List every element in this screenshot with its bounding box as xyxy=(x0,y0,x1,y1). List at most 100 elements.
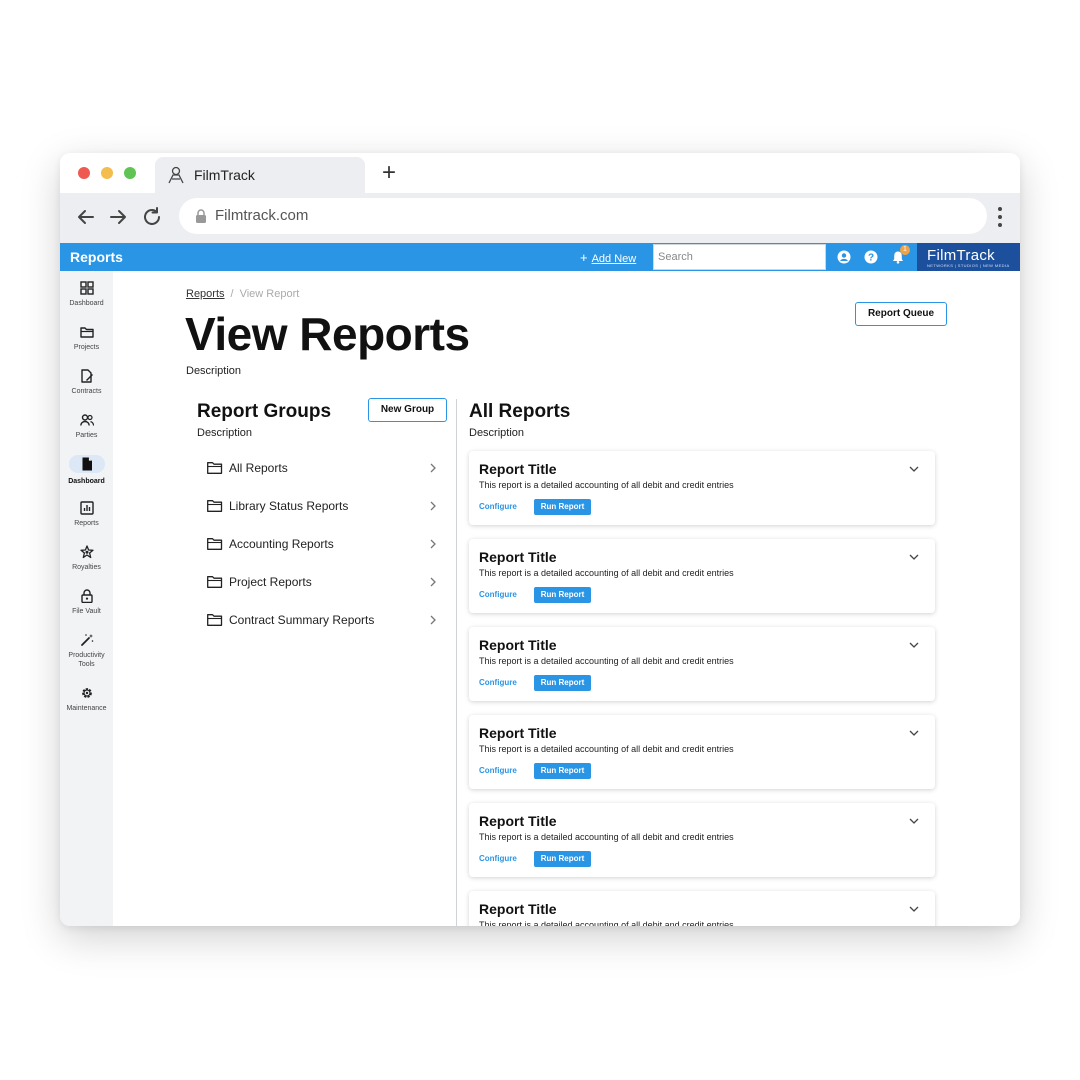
user-account-icon[interactable] xyxy=(837,250,851,264)
sidebar-item-projects[interactable]: Projects xyxy=(60,325,113,352)
chevron-down-icon[interactable] xyxy=(909,465,919,473)
report-group-label: All Reports xyxy=(229,461,288,475)
chevron-down-icon[interactable] xyxy=(909,817,919,825)
tab-strip: FilmTrack + xyxy=(60,153,1020,193)
report-card[interactable]: Report Title This report is a detailed ac… xyxy=(469,451,935,525)
new-tab-button[interactable]: + xyxy=(378,159,400,187)
brand-tagline: NETWORKS | STUDIOS | NEW MEDIA xyxy=(927,263,1010,268)
chevron-down-icon[interactable] xyxy=(909,553,919,561)
all-reports-description: Description xyxy=(469,427,525,439)
people-icon xyxy=(79,414,94,426)
url-text: Filmtrack.com xyxy=(215,207,309,224)
svg-text:?: ? xyxy=(868,253,874,264)
star-icon xyxy=(79,545,94,559)
folder-icon xyxy=(79,327,94,338)
search-input[interactable]: Search xyxy=(653,244,826,270)
folder-icon xyxy=(207,614,223,626)
report-groups-title: Report Groups xyxy=(197,401,332,422)
chevron-down-icon[interactable] xyxy=(909,905,919,913)
sidebar-item-productivity-tools[interactable]: Productivity Tools xyxy=(60,633,113,669)
report-group-label: Library Status Reports xyxy=(229,499,349,513)
minimize-window-button[interactable] xyxy=(101,167,113,179)
close-window-button[interactable] xyxy=(78,167,90,179)
sidebar-label: Projects xyxy=(73,344,100,351)
report-card[interactable]: Report Title This report is a detailed ac… xyxy=(469,539,935,613)
address-bar[interactable]: Filmtrack.com xyxy=(179,198,987,234)
configure-link[interactable]: Configure xyxy=(479,590,517,599)
sidebar-item-royalties[interactable]: Royalties xyxy=(60,545,113,572)
back-arrow-icon[interactable] xyxy=(74,205,98,229)
sidebar-item-contracts[interactable]: Contracts xyxy=(60,369,113,396)
report-description: This report is a detailed accounting of … xyxy=(479,744,734,754)
add-new-link[interactable]: + Add New xyxy=(580,250,636,265)
app-section-title: Reports xyxy=(70,249,123,265)
browser-menu-icon[interactable] xyxy=(996,205,1004,229)
breadcrumb-reports-link[interactable]: Reports xyxy=(186,288,225,300)
report-title: Report Title xyxy=(479,901,557,917)
report-queue-button[interactable]: Report Queue xyxy=(855,302,947,326)
sidebar-label: Productivity Tools xyxy=(68,652,105,668)
configure-link[interactable]: Configure xyxy=(479,502,517,511)
chevron-right-icon xyxy=(430,501,436,511)
maximize-window-button[interactable] xyxy=(124,167,136,179)
new-group-button[interactable]: New Group xyxy=(368,398,447,422)
report-card[interactable]: Report Title This report is a detailed ac… xyxy=(469,627,935,701)
report-card[interactable]: Report Title This report is a detailed ac… xyxy=(469,803,935,877)
breadcrumb-current: View Report xyxy=(239,288,300,300)
report-group-item[interactable]: Library Status Reports xyxy=(207,497,437,517)
run-report-button[interactable]: Run Report xyxy=(534,851,591,867)
report-card[interactable]: Report Title This report is a detailed ac… xyxy=(469,891,935,926)
run-report-button[interactable]: Run Report xyxy=(534,675,591,691)
page-description: Description xyxy=(186,365,242,377)
sidebar-item-parties[interactable]: Parties xyxy=(60,413,113,440)
configure-link[interactable]: Configure xyxy=(479,678,517,687)
configure-link[interactable]: Configure xyxy=(479,766,517,775)
reload-icon[interactable] xyxy=(140,205,164,229)
sidebar: Dashboard Projects Contracts Parties Das… xyxy=(60,271,113,926)
folder-icon xyxy=(207,576,223,588)
run-report-button[interactable]: Run Report xyxy=(534,499,591,515)
browser-tab[interactable]: FilmTrack xyxy=(155,157,365,193)
chart-icon xyxy=(79,501,94,515)
plus-icon: + xyxy=(580,250,588,265)
chevron-right-icon xyxy=(430,539,436,549)
chevron-right-icon xyxy=(430,615,436,625)
gear-icon xyxy=(81,688,92,698)
main-content: Reports / View Report View Reports Descrip… xyxy=(113,271,1020,926)
sidebar-item-maintenance[interactable]: Maintenance xyxy=(60,686,113,713)
brand-logo: FilmTrack NETWORKS | STUDIOS | NEW MEDIA xyxy=(917,243,1020,271)
lock-icon xyxy=(196,209,206,223)
sidebar-label: Reports xyxy=(74,520,99,527)
sidebar-item-file-vault[interactable]: File Vault xyxy=(60,589,113,616)
configure-link[interactable]: Configure xyxy=(479,854,517,863)
report-group-item[interactable]: Project Reports xyxy=(207,573,437,593)
report-description: This report is a detailed accounting of … xyxy=(479,656,734,666)
report-description: This report is a detailed accounting of … xyxy=(479,480,734,490)
magic-wand-icon xyxy=(80,634,93,646)
report-title: Report Title xyxy=(479,637,557,653)
sidebar-label: Dashboard xyxy=(69,300,104,307)
brand-name: FilmTrack xyxy=(927,247,995,264)
lock-icon xyxy=(80,589,93,603)
chevron-down-icon[interactable] xyxy=(909,729,919,737)
sidebar-label: Parties xyxy=(75,432,98,439)
report-group-item[interactable]: Accounting Reports xyxy=(207,535,437,555)
report-group-item[interactable]: Contract Summary Reports xyxy=(207,611,437,631)
run-report-button[interactable]: Run Report xyxy=(534,587,591,603)
chevron-down-icon[interactable] xyxy=(909,641,919,649)
sidebar-item-reports[interactable]: Reports xyxy=(60,501,113,528)
chevron-right-icon xyxy=(430,463,436,473)
report-group-item[interactable]: All Reports xyxy=(207,459,437,479)
contract-icon xyxy=(80,369,93,383)
breadcrumb: Reports / View Report xyxy=(186,288,299,300)
report-card[interactable]: Report Title This report is a detailed ac… xyxy=(469,715,935,789)
forward-arrow-icon[interactable] xyxy=(106,205,130,229)
sidebar-item-dashboard-active[interactable]: Dashboard xyxy=(60,455,113,486)
run-report-button[interactable]: Run Report xyxy=(534,763,591,779)
app-header: Reports + Add New Search ? 1 FilmTrack NE… xyxy=(60,243,1020,271)
dashboard-icon xyxy=(79,281,94,295)
active-indicator xyxy=(68,455,105,473)
folder-icon xyxy=(207,500,223,512)
help-icon[interactable]: ? xyxy=(864,250,878,264)
sidebar-item-dashboard[interactable]: Dashboard xyxy=(60,281,113,308)
